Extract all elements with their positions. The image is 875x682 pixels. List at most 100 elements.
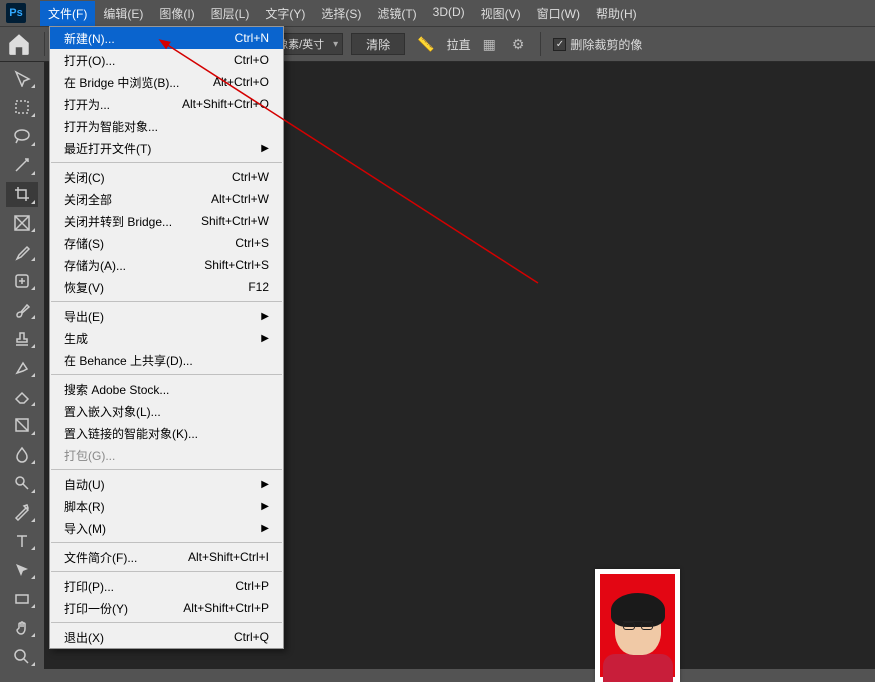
menu-item[interactable]: 退出(X)Ctrl+Q xyxy=(50,626,283,648)
home-icon[interactable] xyxy=(6,31,32,57)
menu-item[interactable]: 打印(P)... Ctrl+P xyxy=(50,575,283,597)
submenu-arrow-icon: ▶ xyxy=(261,311,269,322)
menu-item[interactable]: 自动(U)▶ xyxy=(50,473,283,495)
menu-divider xyxy=(51,542,282,543)
menu-item[interactable]: 打印一份(Y)Alt+Shift+Ctrl+P xyxy=(50,597,283,619)
menu-item[interactable]: 存储为(A)...Shift+Ctrl+S xyxy=(50,254,283,276)
menu-item-label: 恢复(V) xyxy=(64,279,104,296)
menu-文字[interactable]: 文字(Y) xyxy=(257,1,313,26)
menu-编辑[interactable]: 编辑(E) xyxy=(95,1,151,26)
tool-brush[interactable] xyxy=(6,297,38,322)
tool-column xyxy=(0,62,44,669)
menu-item-label: 打印(P)... xyxy=(64,578,114,595)
menu-item[interactable]: 文件简介(F)...Alt+Shift+Ctrl+I xyxy=(50,546,283,568)
delete-crop-checkbox[interactable]: ✓ 删除裁剪的像 xyxy=(553,36,642,53)
straighten-icon[interactable]: 📏 xyxy=(413,36,438,53)
menu-item-label: 搜索 Adobe Stock... xyxy=(64,381,169,398)
tool-crop[interactable] xyxy=(6,182,38,207)
grid-icon[interactable]: ▦ xyxy=(479,36,500,53)
tool-lasso[interactable] xyxy=(6,124,38,149)
menu-item-label: 关闭(C) xyxy=(64,169,105,186)
tool-hand[interactable] xyxy=(6,615,38,640)
tool-eraser[interactable] xyxy=(6,384,38,409)
menu-item-shortcut: Ctrl+P xyxy=(235,579,269,593)
menu-item-shortcut: Alt+Ctrl+O xyxy=(213,75,269,89)
menu-item[interactable]: 导出(E) ▶ xyxy=(50,305,283,327)
separator xyxy=(44,32,45,56)
tool-eyedrop[interactable] xyxy=(6,239,38,264)
menu-item-shortcut: Ctrl+S xyxy=(235,236,269,250)
menu-item[interactable]: 搜索 Adobe Stock... xyxy=(50,378,283,400)
id-photo[interactable] xyxy=(595,569,680,682)
photo-glasses xyxy=(623,621,653,629)
menu-item[interactable]: 打开(O)...Ctrl+O xyxy=(50,49,283,71)
tool-blur[interactable] xyxy=(6,442,38,467)
tool-heal[interactable] xyxy=(6,268,38,293)
menu-item-label: 导出(E) xyxy=(64,308,104,325)
menu-图像[interactable]: 图像(I) xyxy=(151,1,202,26)
menu-item-label: 置入嵌入对象(L)... xyxy=(64,403,161,420)
delete-crop-label: 删除裁剪的像 xyxy=(570,36,642,53)
menu-帮助[interactable]: 帮助(H) xyxy=(588,1,645,26)
tool-marquee[interactable] xyxy=(6,95,38,120)
menu-item-shortcut: Ctrl+N xyxy=(235,31,269,45)
tool-history[interactable] xyxy=(6,355,38,380)
menu-item-label: 新建(N)... xyxy=(64,30,115,47)
menu-item[interactable]: 关闭全部Alt+Ctrl+W xyxy=(50,188,283,210)
menu-item-shortcut: Alt+Ctrl+W xyxy=(211,192,269,206)
menu-item[interactable]: 新建(N)... Ctrl+N xyxy=(50,27,283,49)
tool-dodge[interactable] xyxy=(6,471,38,496)
menu-item-shortcut: F12 xyxy=(248,280,269,294)
menu-item[interactable]: 置入嵌入对象(L)... xyxy=(50,400,283,422)
menu-滤镜[interactable]: 滤镜(T) xyxy=(369,1,424,26)
tool-move[interactable] xyxy=(6,66,38,91)
menu-item-label: 生成 xyxy=(64,330,88,347)
separator xyxy=(540,32,541,56)
tool-path[interactable] xyxy=(6,557,38,582)
tool-zoom[interactable] xyxy=(6,644,38,669)
submenu-arrow-icon: ▶ xyxy=(261,143,269,154)
menu-item-label: 退出(X) xyxy=(64,629,104,646)
menu-item[interactable]: 打开为智能对象... xyxy=(50,115,283,137)
menu-视图[interactable]: 视图(V) xyxy=(473,1,529,26)
menu-3d[interactable]: 3D(D) xyxy=(425,1,473,26)
tool-pen[interactable] xyxy=(6,500,38,525)
menu-item[interactable]: 脚本(R)▶ xyxy=(50,495,283,517)
menu-item-label: 存储为(A)... xyxy=(64,257,126,274)
menu-item-label: 打开为智能对象... xyxy=(64,118,158,135)
tool-rect[interactable] xyxy=(6,586,38,611)
menu-item[interactable]: 打开为...Alt+Shift+Ctrl+O xyxy=(50,93,283,115)
menu-item[interactable]: 恢复(V) F12 xyxy=(50,276,283,298)
menu-item-shortcut: Shift+Ctrl+W xyxy=(201,214,269,228)
menu-item[interactable]: 关闭并转到 Bridge...Shift+Ctrl+W xyxy=(50,210,283,232)
app-logo: Ps xyxy=(6,3,26,23)
menu-divider xyxy=(51,469,282,470)
straighten-label: 拉直 xyxy=(447,36,471,53)
menu-divider xyxy=(51,571,282,572)
menu-窗口[interactable]: 窗口(W) xyxy=(529,1,588,26)
gear-icon[interactable]: ⚙ xyxy=(508,36,529,53)
menu-item[interactable]: 关闭(C) Ctrl+W xyxy=(50,166,283,188)
menu-item-shortcut: Ctrl+W xyxy=(232,170,269,184)
tool-wand[interactable] xyxy=(6,153,38,178)
menu-item[interactable]: 导入(M)▶ xyxy=(50,517,283,539)
tool-gradient[interactable] xyxy=(6,413,38,438)
menu-item[interactable]: 存储(S)Ctrl+S xyxy=(50,232,283,254)
tool-frame[interactable] xyxy=(6,211,38,236)
menu-item[interactable]: 最近打开文件(T)▶ xyxy=(50,137,283,159)
menu-item-label: 导入(M) xyxy=(64,520,106,537)
menu-item[interactable]: 置入链接的智能对象(K)... xyxy=(50,422,283,444)
tool-stamp[interactable] xyxy=(6,326,38,351)
menu-item[interactable]: 在 Behance 上共享(D)... xyxy=(50,349,283,371)
menu-选择[interactable]: 选择(S) xyxy=(313,1,369,26)
submenu-arrow-icon: ▶ xyxy=(261,333,269,344)
tool-type[interactable] xyxy=(6,529,38,554)
menu-图层[interactable]: 图层(L) xyxy=(203,1,258,26)
menu-item-label: 置入链接的智能对象(K)... xyxy=(64,425,198,442)
menu-item[interactable]: 在 Bridge 中浏览(B)...Alt+Ctrl+O xyxy=(50,71,283,93)
menubar: Ps 文件(F)编辑(E)图像(I)图层(L)文字(Y)选择(S)滤镜(T)3D… xyxy=(0,0,875,26)
menu-文件[interactable]: 文件(F) xyxy=(40,1,95,26)
clear-button[interactable]: 清除 xyxy=(351,33,405,55)
menu-item[interactable]: 生成 ▶ xyxy=(50,327,283,349)
photo-content xyxy=(600,574,675,677)
